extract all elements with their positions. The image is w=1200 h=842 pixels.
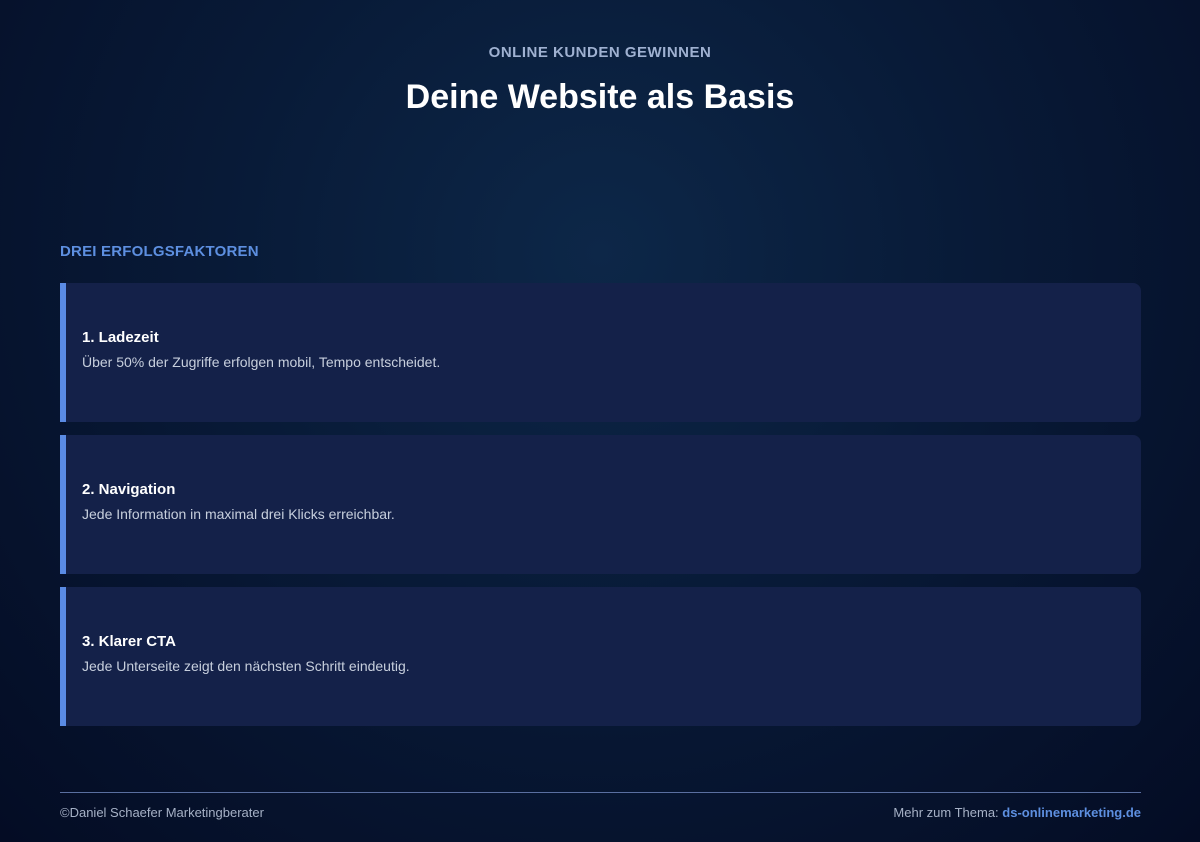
factor-description: Über 50% der Zugriffe erfolgen mobil, Te… [82,354,441,370]
factor-title: 1. Ladezeit [82,329,159,346]
footer-more-label: Mehr zum Thema: [893,805,999,820]
factor-card-ladezeit: 1. Ladezeit Über 50% der Zugriffe erfolg… [60,283,1141,422]
factor-card-cta: 3. Klarer CTA Jede Unterseite zeigt den … [60,587,1141,726]
factor-title: 3. Klarer CTA [82,633,176,650]
factor-description: Jede Unterseite zeigt den nächsten Schri… [82,658,410,674]
footer-website-link[interactable]: ds-onlinemarketing.de [1002,805,1141,820]
factor-list: 1. Ladezeit Über 50% der Zugriffe erfolg… [60,283,1141,739]
footer-more: Mehr zum Thema: ds-onlinemarketing.de [893,805,1141,820]
footer-copyright: ©Daniel Schaefer Marketingberater [60,805,264,820]
section-label: DREI ERFOLGSFAKTOREN [60,243,259,260]
page-title: Deine Website als Basis [405,78,795,116]
factor-card-navigation: 2. Navigation Jede Information in maxima… [60,435,1141,574]
factor-description: Jede Information in maximal drei Klicks … [82,506,395,522]
footer-divider [60,792,1141,793]
page-eyebrow: ONLINE KUNDEN GEWINNEN [488,44,712,61]
factor-title: 2. Navigation [82,481,176,498]
